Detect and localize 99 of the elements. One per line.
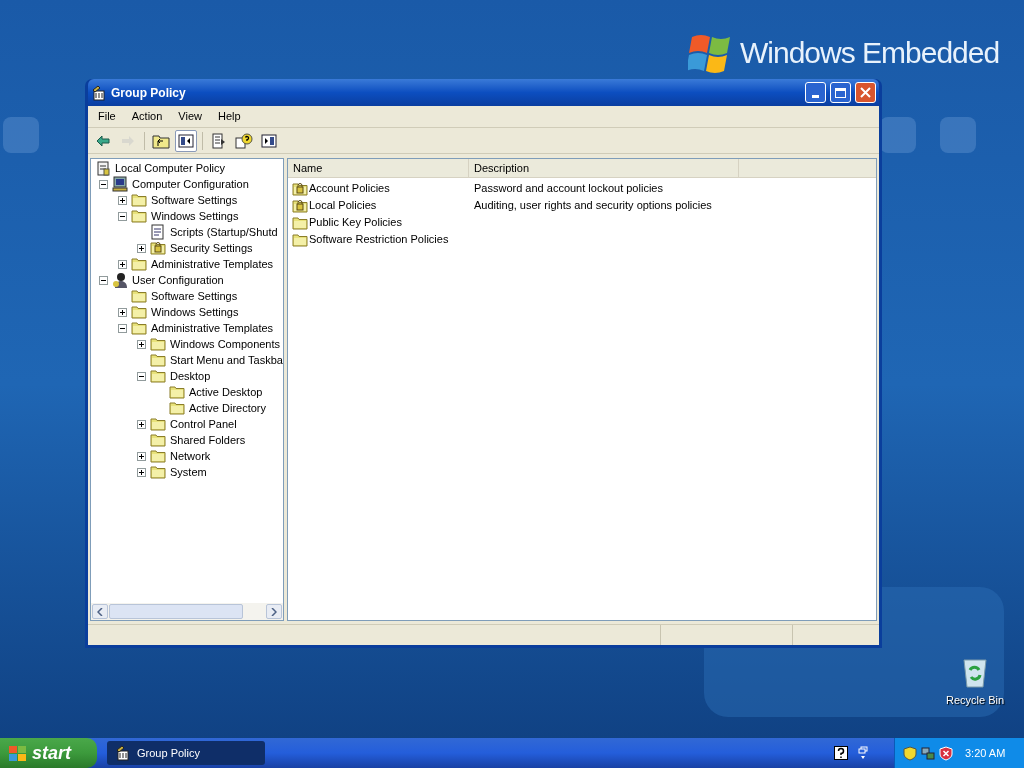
folder-icon xyxy=(150,369,166,383)
locked-folder-icon xyxy=(150,241,166,255)
computer-icon xyxy=(112,176,128,192)
scroll-thumb[interactable] xyxy=(109,604,243,619)
folder-icon xyxy=(131,257,147,271)
tree-item[interactable]: Shared Folders xyxy=(169,433,247,447)
desktop-tile xyxy=(3,117,39,153)
clock: 3:20 AM xyxy=(965,745,1006,761)
folder-icon xyxy=(150,449,166,463)
expand-toggle[interactable] xyxy=(118,307,127,317)
shield-icon[interactable] xyxy=(903,745,917,761)
start-button[interactable]: start xyxy=(0,738,97,768)
restore-icon[interactable] xyxy=(858,746,868,760)
tree-pane-icon xyxy=(178,132,194,149)
collapse-toggle[interactable] xyxy=(118,323,127,333)
folder-up-icon xyxy=(152,132,170,149)
scroll-left-icon[interactable] xyxy=(97,607,103,616)
desktop-icon-label[interactable]: Recycle Bin xyxy=(945,692,1005,709)
description-text: Password and account lockout policies xyxy=(473,181,664,197)
tree-item[interactable]: Windows Settings xyxy=(150,209,240,223)
tree-item[interactable]: Active Desktop xyxy=(188,385,264,399)
folder-icon xyxy=(150,417,166,431)
list-item[interactable]: Software Restriction Policies xyxy=(309,231,449,248)
list-item[interactable]: Local Policies xyxy=(309,197,377,214)
logo-text: Windows Embedded xyxy=(740,35,1000,71)
tree-item[interactable]: Windows Settings xyxy=(150,305,240,319)
toolbar-button[interactable] xyxy=(175,129,197,152)
close-button[interactable] xyxy=(855,82,876,103)
expand-toggle[interactable] xyxy=(137,339,146,349)
tree-item[interactable]: Scripts (Startup/Shutd xyxy=(169,225,279,239)
tree-item[interactable]: Control Panel xyxy=(169,417,238,431)
tree-item[interactable]: System xyxy=(169,465,208,479)
expand-toggle[interactable] xyxy=(137,243,146,253)
tree-item[interactable]: Active Directory xyxy=(188,401,268,415)
tree-item[interactable]: Administrative Templates xyxy=(150,321,275,335)
user-icon xyxy=(112,272,128,288)
desktop-tile xyxy=(940,117,976,153)
tree-item[interactable]: Security Settings xyxy=(169,241,254,255)
menu-item[interactable]: View xyxy=(170,106,210,127)
windows-flag-icon xyxy=(8,744,28,762)
minimize-button[interactable] xyxy=(805,82,826,103)
folder-icon xyxy=(150,337,166,351)
tree-item[interactable]: Computer Configuration xyxy=(131,177,250,191)
desktop-tile xyxy=(880,117,916,153)
folder-icon xyxy=(292,215,308,230)
close-icon xyxy=(860,87,871,98)
locked-folder-icon xyxy=(292,198,308,213)
tree-item[interactable]: Desktop xyxy=(169,369,212,383)
folder-icon xyxy=(131,193,147,207)
scroll-right-icon[interactable] xyxy=(271,607,277,616)
script-icon xyxy=(150,224,166,240)
collapse-toggle[interactable] xyxy=(137,371,146,381)
menu-item[interactable]: Action xyxy=(123,106,171,127)
taskbar-button[interactable]: Group Policy xyxy=(107,741,265,765)
list-item[interactable]: Account Policies xyxy=(309,180,390,197)
folder-icon xyxy=(150,353,166,367)
locked-folder-icon xyxy=(292,181,308,196)
folder-icon xyxy=(131,289,147,303)
collapse-toggle[interactable] xyxy=(118,211,127,221)
tree-item[interactable]: Network xyxy=(169,449,212,463)
tree-item[interactable]: Start Menu and Taskba xyxy=(169,353,283,367)
tree-item[interactable]: Windows Components xyxy=(169,337,282,351)
tree-item[interactable]: User Configuration xyxy=(131,273,225,287)
group-policy-icon xyxy=(115,745,131,761)
action-pane-icon xyxy=(261,132,277,149)
expand-toggle[interactable] xyxy=(137,467,146,477)
folder-icon xyxy=(169,401,185,415)
help-icon[interactable] xyxy=(834,746,848,760)
export-list-icon xyxy=(211,132,227,149)
group-policy-icon xyxy=(91,84,107,101)
expand-toggle[interactable] xyxy=(118,259,127,269)
window-title: Group Policy xyxy=(111,84,187,102)
tree-item[interactable]: Software Settings xyxy=(150,289,239,303)
menu-item[interactable]: Help xyxy=(209,106,249,127)
help-icon xyxy=(235,132,253,149)
folder-icon xyxy=(150,433,166,447)
recycle-bin-icon[interactable] xyxy=(960,656,990,688)
expand-toggle[interactable] xyxy=(118,195,127,205)
description-text: Auditing, user rights and security options policies xyxy=(473,198,713,214)
folder-icon xyxy=(169,385,185,399)
tree-item[interactable]: Software Settings xyxy=(150,193,239,207)
network-icon[interactable] xyxy=(921,745,935,761)
folder-icon xyxy=(292,232,308,247)
folder-icon xyxy=(150,465,166,479)
folder-icon xyxy=(131,321,147,335)
tree-item[interactable]: Local Computer Policy xyxy=(114,161,227,175)
collapse-toggle[interactable] xyxy=(99,275,108,285)
column-header[interactable]: Name xyxy=(288,159,469,177)
menu-item[interactable]: File xyxy=(90,106,124,127)
tree-item[interactable]: Administrative Templates xyxy=(150,257,275,271)
maximize-button[interactable] xyxy=(830,82,851,103)
folder-icon xyxy=(131,209,147,223)
expand-toggle[interactable] xyxy=(137,451,146,461)
list-item[interactable]: Public Key Policies xyxy=(309,214,402,231)
horizontal-scrollbar[interactable] xyxy=(91,603,283,620)
column-header[interactable]: Description xyxy=(469,159,739,177)
collapse-toggle[interactable] xyxy=(99,179,108,189)
folder-icon xyxy=(131,305,147,319)
expand-toggle[interactable] xyxy=(137,419,146,429)
